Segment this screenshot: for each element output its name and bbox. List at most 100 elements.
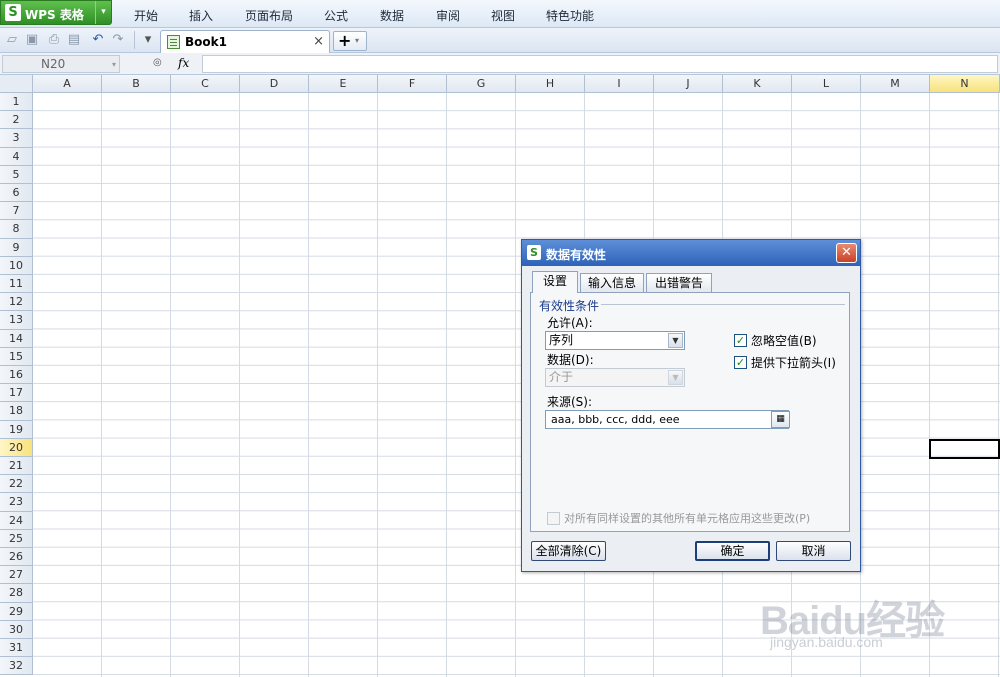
insert-function-icon[interactable]: fx [178, 56, 189, 70]
select-all-corner[interactable] [0, 75, 33, 93]
wps-logo-icon: S [5, 4, 21, 21]
column-header-l[interactable]: L [792, 75, 861, 93]
row-header-3[interactable]: 3 [0, 129, 33, 148]
save-icon[interactable]: ▣ [24, 32, 40, 48]
row-header-8[interactable]: 8 [0, 220, 33, 239]
column-header-a[interactable]: A [33, 75, 102, 93]
row-header-15[interactable]: 15 [0, 347, 33, 366]
menu-insert[interactable]: 插入 [189, 7, 213, 24]
row-header-20[interactable]: 20 [0, 438, 33, 457]
column-header-i[interactable]: I [585, 75, 654, 93]
row-header-14[interactable]: 14 [0, 329, 33, 348]
wps-app-button[interactable]: S WPS 表格 ▾ [0, 0, 112, 25]
row-header-27[interactable]: 27 [0, 566, 33, 585]
column-header-b[interactable]: B [102, 75, 171, 93]
apply-all-checkbox[interactable] [547, 512, 560, 525]
undo-icon[interactable]: ↶ [90, 32, 106, 48]
column-header-n[interactable]: N [930, 75, 1000, 93]
column-header-g[interactable]: G [447, 75, 516, 93]
source-label: 来源(S): [547, 395, 593, 409]
tab-error-alert[interactable]: 出错警告 [646, 273, 712, 292]
row-header-19[interactable]: 19 [0, 420, 33, 439]
formula-input[interactable] [202, 55, 998, 73]
print-icon[interactable]: ⎙ [46, 32, 62, 48]
in-cell-dropdown-checkbox[interactable]: ✓ [734, 356, 747, 369]
column-header-k[interactable]: K [723, 75, 792, 93]
row-header-4[interactable]: 4 [0, 147, 33, 166]
row-header-31[interactable]: 31 [0, 639, 33, 658]
column-header-f[interactable]: F [378, 75, 447, 93]
ignore-blank-label[interactable]: 忽略空值(B) [751, 332, 817, 349]
row-header-16[interactable]: 16 [0, 366, 33, 385]
redo-icon[interactable]: ↷ [110, 32, 126, 48]
row-header-29[interactable]: 29 [0, 602, 33, 621]
menu-home[interactable]: 开始 [134, 7, 158, 24]
chevron-down-icon[interactable]: ▾ [112, 57, 116, 73]
tab-book1[interactable]: Book1 × [160, 30, 330, 53]
menu-special-features[interactable]: 特色功能 [546, 7, 594, 24]
dialog-title-bar[interactable]: S 数据有效性 ✕ [522, 240, 860, 266]
menu-review[interactable]: 审阅 [436, 7, 460, 24]
new-tab-button[interactable]: + ▾ [333, 31, 367, 51]
tab-settings[interactable]: 设置 [532, 271, 578, 293]
source-input[interactable]: aaa, bbb, ccc, ddd, eee [545, 410, 789, 429]
zoom-icon[interactable]: ◎ [153, 57, 162, 68]
open-folder-icon[interactable]: ▱ [4, 32, 20, 48]
group-divider [601, 304, 845, 305]
menu-view[interactable]: 视图 [491, 7, 515, 24]
row-header-21[interactable]: 21 [0, 457, 33, 476]
column-header-h[interactable]: H [516, 75, 585, 93]
collapse-dialog-icon[interactable]: ▦ [771, 411, 790, 428]
column-header-j[interactable]: J [654, 75, 723, 93]
row-header-22[interactable]: 22 [0, 475, 33, 494]
chevron-down-icon[interactable]: ▾ [355, 36, 359, 45]
name-box[interactable]: N20 ▾ [2, 55, 120, 73]
column-header-m[interactable]: M [861, 75, 930, 93]
row-header-28[interactable]: 28 [0, 584, 33, 603]
in-cell-dropdown-label[interactable]: 提供下拉箭头(I) [751, 354, 836, 371]
active-cell-n20[interactable] [929, 439, 1000, 459]
data-select[interactable]: 介于 ▼ [545, 368, 685, 387]
row-header-5[interactable]: 5 [0, 165, 33, 184]
row-header-25[interactable]: 25 [0, 529, 33, 548]
allow-select[interactable]: 序列 ▼ [545, 331, 685, 350]
row-header-12[interactable]: 12 [0, 293, 33, 312]
wps-app-label: WPS 表格 [25, 8, 84, 22]
row-header-30[interactable]: 30 [0, 620, 33, 639]
menu-bar: S WPS 表格 ▾ 开始 插入 页面布局 公式 数据 审阅 视图 特色功能 [0, 0, 1000, 28]
row-header-24[interactable]: 24 [0, 511, 33, 530]
row-header-18[interactable]: 18 [0, 402, 33, 421]
row-header-2[interactable]: 2 [0, 111, 33, 130]
row-header-10[interactable]: 10 [0, 256, 33, 275]
row-header-1[interactable]: 1 [0, 93, 33, 112]
row-header-11[interactable]: 11 [0, 275, 33, 294]
row-header-6[interactable]: 6 [0, 184, 33, 203]
row-header-17[interactable]: 17 [0, 384, 33, 403]
menu-page-layout[interactable]: 页面布局 [245, 7, 293, 24]
ignore-blank-checkbox[interactable]: ✓ [734, 334, 747, 347]
row-header-26[interactable]: 26 [0, 548, 33, 567]
close-icon[interactable]: ✕ [836, 243, 857, 263]
clear-all-button[interactable]: 全部清除(C) [531, 541, 606, 561]
cancel-button[interactable]: 取消 [776, 541, 851, 561]
chevron-down-icon[interactable]: ▼ [668, 333, 683, 348]
ok-button[interactable]: 确定 [695, 541, 770, 561]
column-header-c[interactable]: C [171, 75, 240, 93]
row-header-9[interactable]: 9 [0, 238, 33, 257]
print-preview-icon[interactable]: ▤ [66, 32, 82, 48]
tab-input-message[interactable]: 输入信息 [580, 273, 644, 292]
column-header-e[interactable]: E [309, 75, 378, 93]
row-header-32[interactable]: 32 [0, 657, 33, 676]
chevron-down-icon[interactable]: ▾ [95, 1, 111, 24]
row-header-13[interactable]: 13 [0, 311, 33, 330]
dialog-title: 数据有效性 [546, 248, 607, 262]
column-header-d[interactable]: D [240, 75, 309, 93]
menu-formulas[interactable]: 公式 [324, 7, 348, 24]
close-icon[interactable]: × [313, 34, 324, 49]
row-header-23[interactable]: 23 [0, 493, 33, 512]
settings-panel: 有效性条件 允许(A): 序列 ▼ 数据(D): 介于 ▼ ✓ 忽略空值(B) … [530, 292, 850, 532]
menu-data[interactable]: 数据 [380, 7, 404, 24]
row-header-7[interactable]: 7 [0, 202, 33, 221]
customize-toolbar-icon[interactable]: ▾ [140, 32, 156, 48]
apply-all-label: 对所有同样设置的其他所有单元格应用这些更改(P) [564, 512, 811, 525]
